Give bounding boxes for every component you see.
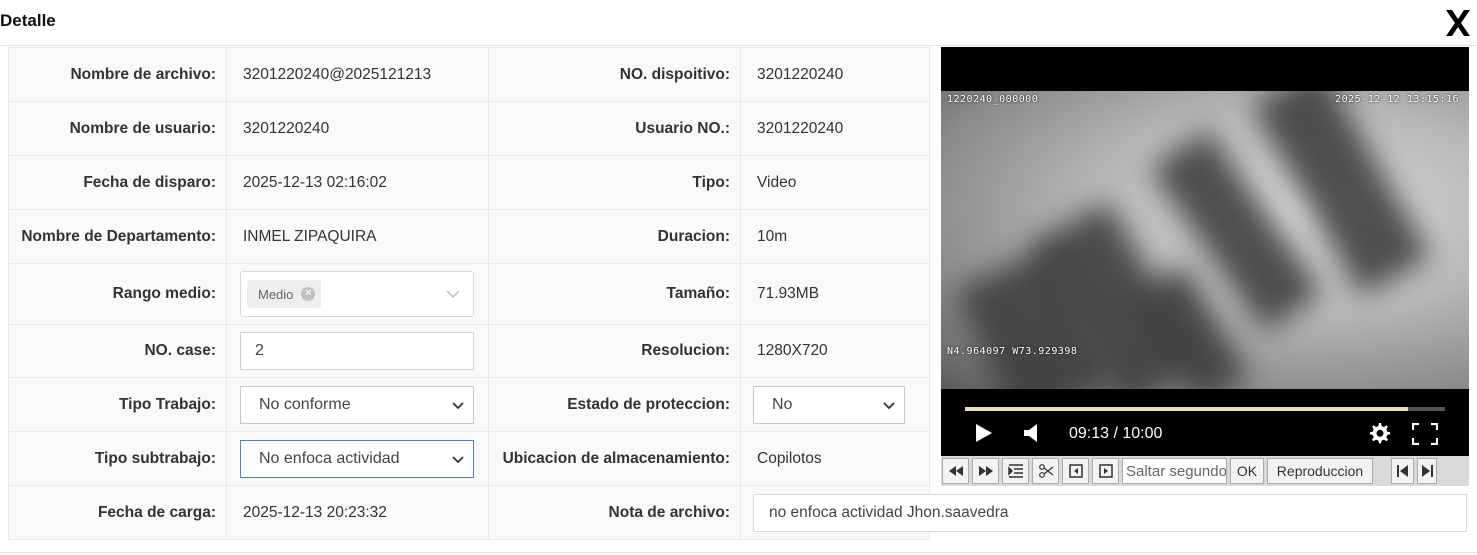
subwork-type-value: No enfoca actividad <box>259 449 400 467</box>
media-range-tag-label: Medio <box>258 286 294 302</box>
subwork-type-label: Tipo subtrabajo: <box>8 431 227 486</box>
table-row: Fecha de disparo: 2025-12-13 02:16:02 Ti… <box>8 155 930 210</box>
protection-label: Estado de proteccion: <box>488 377 741 432</box>
protection-value: No <box>772 395 793 413</box>
department-value: INMEL ZIPAQUIRA <box>226 209 489 264</box>
osd-gps: N4.964097 W73.929398 <box>947 346 1078 357</box>
video-progress-bar[interactable] <box>965 407 1445 411</box>
storage-label: Ubicacion de almacenamiento: <box>488 431 741 486</box>
volume-icon[interactable] <box>1023 423 1039 443</box>
osd-timestamp: 2025-12-12 13:15:16 <box>1335 94 1459 105</box>
user-name-value: 3201220240 <box>226 101 489 156</box>
media-range-label: Rango medio: <box>8 263 227 325</box>
file-note-input[interactable]: no enfoca actividad Jhon.saavedra <box>753 493 1467 532</box>
chevron-down-icon <box>452 401 464 409</box>
user-name-label: Nombre de usuario: <box>8 101 227 156</box>
remove-tag-icon[interactable]: ✕ <box>301 287 316 301</box>
table-row: Nombre de archivo: 3201220240@2025121213… <box>8 47 930 102</box>
fast-forward-icon[interactable] <box>972 458 999 484</box>
rewind-icon[interactable] <box>942 458 969 484</box>
device-no-value: 3201220240 <box>740 47 930 102</box>
skip-end-icon[interactable] <box>1417 458 1437 484</box>
media-range-tag: Medio ✕ <box>247 280 322 308</box>
video-player[interactable]: 1220240_000000 2025-12-12 13:15:16 N4.96… <box>941 47 1469 456</box>
list-icon[interactable] <box>1002 458 1029 484</box>
table-row: Tipo subtrabajo: No enfoca actividad Ubi… <box>8 431 930 486</box>
case-no-input[interactable]: 2 <box>240 332 474 370</box>
media-range-select[interactable]: Medio ✕ <box>240 271 474 317</box>
playback-button[interactable]: Reproduccion <box>1267 458 1373 484</box>
close-icon[interactable] <box>1443 6 1473 42</box>
device-no-label: NO. dispoitivo: <box>488 47 741 102</box>
player-toolbar: Saltar segundos OK Reproduccion <box>941 456 1469 486</box>
table-row: Tipo Trabajo: No conforme Estado de prot… <box>8 377 930 432</box>
table-row: Nombre de usuario: 3201220240 Usuario NO… <box>8 101 930 156</box>
skip-start-icon[interactable] <box>1391 458 1414 484</box>
time-display: 09:13 / 10:00 <box>1069 425 1163 442</box>
table-row: Rango medio: Medio ✕ Tamaño: 71.93MB <box>8 263 930 325</box>
department-label: Nombre de Departamento: <box>8 209 227 264</box>
play-icon[interactable] <box>975 423 993 443</box>
work-type-value: No conforme <box>259 395 351 413</box>
duration-value: 10m <box>740 209 930 264</box>
video-progress-fill <box>965 407 1408 411</box>
dialog-title: Detalle <box>0 11 56 30</box>
video-frame: 1220240_000000 2025-12-12 13:15:16 N4.96… <box>941 91 1469 389</box>
chevron-down-icon <box>452 455 464 463</box>
case-no-label: NO. case: <box>8 324 227 378</box>
next-frame-icon[interactable] <box>1092 458 1119 484</box>
prev-frame-icon[interactable] <box>1062 458 1089 484</box>
seek-seconds-input[interactable]: Saltar segundos <box>1122 458 1227 484</box>
video-controls: 09:13 / 10:00 <box>941 415 1469 455</box>
resolution-value: 1280X720 <box>740 324 930 378</box>
work-type-select[interactable]: No conforme <box>240 385 474 424</box>
upload-date-value: 2025-12-13 20:23:32 <box>226 485 489 540</box>
work-type-label: Tipo Trabajo: <box>8 377 227 432</box>
duration-label: Duracion: <box>488 209 741 264</box>
file-name-value: 3201220240@2025121213 <box>226 47 489 102</box>
table-row: NO. case: 2 Resolucion: 1280X720 <box>8 324 930 378</box>
ok-button[interactable]: OK <box>1230 458 1264 484</box>
chevron-down-icon <box>883 401 895 409</box>
detail-table: Nombre de archivo: 3201220240@2025121213… <box>8 47 1467 540</box>
size-label: Tamaño: <box>488 263 741 325</box>
shot-date-value: 2025-12-13 02:16:02 <box>226 155 489 210</box>
fullscreen-icon[interactable] <box>1412 423 1438 445</box>
dialog-header: Detalle <box>0 0 1477 46</box>
type-label: Tipo: <box>488 155 741 210</box>
scissors-icon[interactable] <box>1032 458 1059 484</box>
file-name-label: Nombre de archivo: <box>8 47 227 102</box>
user-no-value: 3201220240 <box>740 101 930 156</box>
resolution-label: Resolucion: <box>488 324 741 378</box>
table-row: Fecha de carga: 2025-12-13 20:23:32 Nota… <box>8 485 1467 540</box>
size-value: 71.93MB <box>740 263 930 325</box>
shot-date-label: Fecha de disparo: <box>8 155 227 210</box>
type-value: Video <box>740 155 930 210</box>
subwork-type-select[interactable]: No enfoca actividad <box>240 439 474 478</box>
chevron-down-icon <box>446 290 460 299</box>
file-note-label: Nota de archivo: <box>488 485 741 540</box>
user-no-label: Usuario NO.: <box>488 101 741 156</box>
table-row: Nombre de Departamento: INMEL ZIPAQUIRA … <box>8 209 930 264</box>
protection-select[interactable]: No <box>753 385 905 424</box>
upload-date-label: Fecha de carga: <box>8 485 227 540</box>
osd-top-left: 1220240_000000 <box>947 94 1039 105</box>
storage-value: Copilotos <box>740 431 930 486</box>
settings-icon[interactable] <box>1367 421 1391 445</box>
